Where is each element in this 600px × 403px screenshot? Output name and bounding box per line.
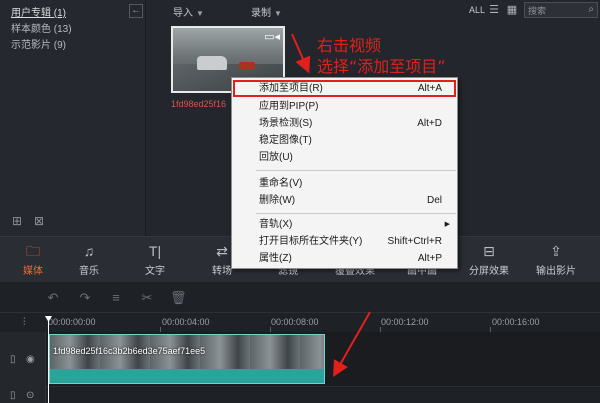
ruler-label: 00:00:08:00 bbox=[271, 317, 319, 327]
folder-icon: 🗀 bbox=[26, 243, 40, 259]
tool-label: 分屏效果 bbox=[469, 266, 509, 277]
filter-all-label[interactable]: ALL bbox=[469, 5, 485, 15]
menu-item-shortcut: Alt+P bbox=[417, 253, 442, 264]
menu-item-open-folder[interactable]: 打开目标所在文件夹(Y) Shift+Ctrl+R bbox=[233, 233, 456, 250]
menu-item-rename[interactable]: 重命名(V) bbox=[233, 175, 456, 192]
collapse-panel-button[interactable]: ← bbox=[129, 4, 143, 18]
library-toolbar: 导入 ▼ 录制 ▼ ALL ☰ ▦ 搜索 ⌕ bbox=[147, 0, 600, 20]
video-track-icon: ▯ bbox=[10, 354, 16, 365]
import-dropdown[interactable]: 导入 ▼ bbox=[173, 4, 204, 19]
menu-item-shortcut: Alt+D bbox=[417, 118, 442, 129]
tool-export[interactable]: ⇪ 输出影片 bbox=[526, 242, 586, 277]
instruction-annotation: 右击视频 选择“添加至项目” bbox=[317, 35, 446, 77]
chevron-down-icon: ▼ bbox=[274, 9, 282, 18]
search-input[interactable]: 搜索 ⌕ bbox=[524, 2, 598, 18]
folder-sample-videos[interactable]: 示范影片 (9) bbox=[11, 36, 66, 51]
lock-icon[interactable]: ⊙ bbox=[26, 390, 34, 401]
menu-item-playback[interactable]: 回放(U) bbox=[233, 149, 456, 166]
menu-item-shortcut: Alt+A bbox=[417, 83, 442, 94]
timeline-video-clip[interactable]: 1fd98ed25f16c3b2b6ed3e75aef71ee5 bbox=[49, 334, 325, 384]
menu-item-add-to-project[interactable]: 添加至项目(R) Alt+A bbox=[233, 80, 456, 97]
adjust-icon[interactable]: ≡ bbox=[108, 290, 124, 306]
menu-item-properties[interactable]: 属性(Z) Alt+P bbox=[233, 250, 456, 267]
import-label: 导入 bbox=[173, 8, 193, 19]
list-view-icon[interactable]: ☰ bbox=[487, 3, 501, 17]
trash-icon[interactable]: 🗑 bbox=[170, 290, 187, 306]
menu-separator bbox=[256, 213, 456, 214]
tool-text[interactable]: T| 文字 bbox=[125, 242, 185, 277]
search-icon: ⌕ bbox=[588, 4, 594, 15]
menu-item-apply-to-pip[interactable]: 应用到PIP(P) bbox=[233, 98, 456, 115]
menu-item-label: 删除(W) bbox=[259, 195, 296, 206]
menu-item-delete[interactable]: 删除(W) Del bbox=[233, 192, 456, 209]
ruler-label: 00:00:00:00 bbox=[48, 317, 96, 327]
context-menu: 添加至项目(R) Alt+A 应用到PIP(P) 场景检测(S) Alt+D 稳… bbox=[231, 77, 458, 269]
menu-separator bbox=[256, 170, 456, 171]
playhead[interactable] bbox=[48, 318, 49, 403]
tool-label: 文字 bbox=[145, 266, 165, 277]
tool-label: 音乐 bbox=[79, 266, 99, 277]
menu-item-shortcut: Del bbox=[426, 195, 442, 206]
menu-item-stabilize[interactable]: 稳定图像(T) bbox=[233, 132, 456, 149]
menu-item-shortcut: Shift+Ctrl+R bbox=[387, 236, 442, 247]
record-label: 录制 bbox=[251, 8, 271, 19]
text-icon: T| bbox=[148, 243, 162, 259]
folder-sample-colors[interactable]: 样本颜色 (13) bbox=[11, 20, 72, 35]
delete-folder-icon[interactable]: ⊠ bbox=[32, 214, 46, 228]
submenu-arrow-icon: ▶ bbox=[444, 221, 450, 228]
timeline-ruler[interactable]: ⫶ 00:00:00:00 00:00:04:00 00:00:08:00 00… bbox=[0, 312, 600, 332]
annotation-line-1: 右击视频 bbox=[317, 36, 382, 55]
audio-track[interactable] bbox=[46, 386, 600, 403]
folder-actions: ⊞ ⊠ bbox=[10, 214, 46, 228]
video-camera-icon: ▭◂ bbox=[264, 31, 280, 43]
ruler-label: 00:00:04:00 bbox=[162, 317, 210, 327]
music-note-icon: ♫ bbox=[83, 243, 95, 259]
library-folder-panel: 用户专辑 (1) 样本颜色 (13) 示范影片 (9) ← ⊞ ⊠ bbox=[0, 0, 146, 236]
menu-item-scene-detection[interactable]: 场景检测(S) Alt+D bbox=[233, 115, 456, 132]
redo-icon[interactable]: ↷ bbox=[77, 290, 93, 306]
cut-icon[interactable]: ✂ bbox=[139, 290, 155, 306]
snap-icon[interactable]: ⫶ bbox=[23, 317, 26, 328]
undo-icon[interactable]: ↶ bbox=[45, 290, 61, 306]
search-placeholder: 搜索 bbox=[528, 6, 547, 16]
timeline-clip-name: 1fd98ed25f16c3b2b6ed3e75aef71ee5 bbox=[53, 346, 206, 356]
menu-item-label: 场景检测(S) bbox=[259, 118, 313, 129]
menu-item-audio-track[interactable]: 音轨(X) ▶ bbox=[233, 216, 456, 233]
thumbnail-car bbox=[239, 62, 255, 70]
tool-label: 媒体 bbox=[23, 266, 43, 277]
eye-icon[interactable]: ◉ bbox=[26, 354, 35, 365]
grid-view-icon[interactable]: ▦ bbox=[505, 3, 519, 17]
media-clip-name[interactable]: 1fd98ed25f16 bbox=[171, 99, 226, 109]
add-folder-icon[interactable]: ⊞ bbox=[10, 214, 24, 228]
menu-item-label: 添加至项目(R) bbox=[259, 83, 323, 94]
menu-item-label: 音轨(X) bbox=[259, 219, 293, 230]
tool-label: 输出影片 bbox=[536, 266, 576, 277]
tool-music[interactable]: ♫ 音乐 bbox=[59, 242, 119, 277]
arrow-left-icon: ← bbox=[131, 5, 141, 16]
menu-item-label: 回放(U) bbox=[259, 152, 293, 163]
menu-item-label: 打开目标所在文件夹(Y) bbox=[259, 236, 363, 247]
track-header: ▯ ◉ ▯ ⊙ bbox=[0, 332, 46, 403]
menu-item-label: 应用到PIP(P) bbox=[259, 101, 319, 112]
tool-split-screen[interactable]: ⊟ 分屏效果 bbox=[459, 242, 519, 277]
chevron-down-icon: ▼ bbox=[196, 9, 204, 18]
record-dropdown[interactable]: 录制 ▼ bbox=[251, 4, 282, 19]
menu-item-label: 重命名(V) bbox=[259, 178, 303, 189]
timeline-toolbar: ↶ ↷ ≡ ✂ 🗑 bbox=[0, 282, 600, 312]
annotation-line-2: 选择“添加至项目” bbox=[317, 57, 446, 76]
menu-item-label: 属性(Z) bbox=[259, 253, 292, 264]
tool-media[interactable]: 🗀 媒体 bbox=[3, 242, 63, 277]
folder-user-album[interactable]: 用户专辑 (1) bbox=[11, 4, 66, 19]
menu-item-label: 稳定图像(T) bbox=[259, 135, 312, 146]
audio-track-icon: ▯ bbox=[10, 390, 16, 401]
thumbnail-car bbox=[197, 56, 227, 70]
ruler-label: 00:00:16:00 bbox=[492, 317, 540, 327]
export-icon: ⇪ bbox=[550, 243, 562, 259]
split-screen-icon: ⊟ bbox=[483, 243, 495, 259]
ruler-label: 00:00:12:00 bbox=[381, 317, 429, 327]
